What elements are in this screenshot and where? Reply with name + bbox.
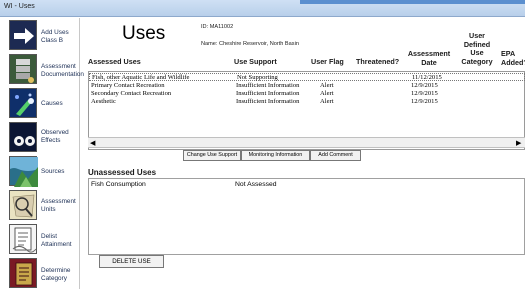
sidebar-item-determine-category[interactable]: Determine Category bbox=[2, 258, 80, 289]
sidebar-item-label: Add Uses Class B bbox=[41, 29, 69, 44]
sources-icon bbox=[9, 156, 38, 187]
sidebar-item-label: Delist Attainment bbox=[41, 233, 72, 248]
cell-use: Aesthetic bbox=[91, 98, 116, 105]
cell-use-support: Insufficient Information bbox=[236, 82, 300, 89]
sidebar-item-delist-attainment[interactable]: Delist Attainment bbox=[2, 224, 80, 256]
cell-use-support: Not Supporting bbox=[237, 74, 278, 81]
arrow-icon bbox=[9, 20, 37, 50]
add-comment-button[interactable]: Add Comment bbox=[310, 150, 361, 161]
column-header-line: Category bbox=[461, 56, 493, 66]
determine-category-icon bbox=[9, 258, 37, 288]
sidebar-item-label: Determine Category bbox=[41, 267, 71, 282]
sidebar-item-add-uses[interactable]: Add Uses Class B bbox=[2, 20, 80, 52]
title-bar-accent bbox=[300, 0, 525, 4]
scroll-left-icon[interactable]: ◀ bbox=[90, 139, 95, 147]
sidebar-item-observed-effects[interactable]: Observed Effects bbox=[2, 122, 80, 154]
cell-assessment-date: 11/12/2015 bbox=[412, 74, 442, 81]
table-row[interactable]: Aesthetic Insufficient Information Alert… bbox=[89, 98, 525, 106]
cell-assessment-date: 12/9/2015 bbox=[411, 82, 438, 89]
uses-window: WI - Uses Add Uses Class B Assessment Do… bbox=[0, 0, 525, 289]
sidebar-item-causes[interactable]: Causes bbox=[2, 88, 80, 120]
cell-user-flag: Alert bbox=[320, 82, 334, 89]
change-use-support-button[interactable]: Change Use Support bbox=[183, 150, 241, 161]
delist-icon bbox=[9, 224, 37, 254]
unassessed-uses-heading: Unassessed Uses bbox=[88, 168, 157, 177]
cell-assessment-date: 12/9/2015 bbox=[411, 90, 438, 97]
monitoring-information-button[interactable]: Monitoring Information bbox=[241, 150, 310, 161]
column-header-assessed-uses: Assessed Uses bbox=[88, 57, 141, 66]
cell-status: Not Assessed bbox=[235, 181, 277, 188]
sidebar-item-label: Assessment Documentation bbox=[41, 63, 84, 78]
list-item[interactable]: Fish Consumption Not Assessed bbox=[89, 181, 525, 190]
window-title: WI - Uses bbox=[4, 3, 35, 10]
cell-user-flag: Alert bbox=[320, 90, 334, 97]
column-header-user-flag: User Flag bbox=[311, 57, 344, 66]
scroll-right-icon[interactable]: ▶ bbox=[516, 139, 521, 147]
assessment-unit-name: Name: Cheshire Reservoir, North Basin bbox=[201, 41, 299, 47]
cell-use: Secondary Contact Recreation bbox=[91, 90, 172, 97]
title-bar: WI - Uses bbox=[0, 0, 525, 17]
cell-assessment-date: 12/9/2015 bbox=[411, 98, 438, 105]
sidebar-item-sources[interactable]: Sources bbox=[2, 156, 80, 188]
table-row[interactable]: Secondary Contact Recreation Insufficien… bbox=[89, 90, 525, 98]
sidebar-item-assessment-documentation[interactable]: Assessment Documentation bbox=[2, 54, 84, 86]
sidebar-item-label: Observed Effects bbox=[41, 129, 69, 144]
cell-use-support: Insufficient Information bbox=[236, 90, 300, 97]
cell-use-support: Insufficient Information bbox=[236, 98, 300, 105]
column-header-threatened: Threatened? bbox=[356, 57, 400, 66]
assessment-unit-id: ID: MA11002 bbox=[201, 24, 234, 30]
sidebar-item-assessment-units[interactable]: Assessment Units bbox=[2, 190, 80, 222]
page-title: Uses bbox=[122, 23, 166, 44]
column-header-line: Added? bbox=[501, 57, 525, 67]
unassessed-uses-list[interactable]: Fish Consumption Not Assessed bbox=[88, 178, 525, 255]
cell-use: Primary Contact Recreation bbox=[91, 82, 165, 89]
documents-icon bbox=[9, 54, 37, 84]
table-row[interactable]: Fish, other Aquatic Life and Wildlife No… bbox=[89, 73, 525, 81]
column-header-line: Date bbox=[421, 57, 437, 67]
main-panel: Uses ID: MA11002 Name: Cheshire Reservoi… bbox=[82, 18, 525, 289]
column-header-use-support: Use Support bbox=[234, 57, 277, 66]
delete-use-button[interactable]: DELETE USE bbox=[99, 255, 164, 268]
sidebar-item-label: Assessment Units bbox=[41, 198, 76, 213]
cell-user-flag: Alert bbox=[320, 98, 334, 105]
cell-use: Fish Consumption bbox=[91, 181, 146, 188]
observed-effects-icon bbox=[9, 122, 37, 152]
sidebar: Add Uses Class B Assessment Documentatio… bbox=[0, 18, 84, 289]
table-row[interactable]: Primary Contact Recreation Insufficient … bbox=[89, 82, 525, 90]
column-header-assessment-date: Assessment Date bbox=[405, 49, 453, 67]
causes-icon bbox=[9, 88, 37, 118]
assessment-units-icon bbox=[9, 190, 37, 220]
column-header-user-defined-use-category: User Defined Use Category bbox=[454, 31, 500, 66]
sidebar-item-label: Causes bbox=[41, 100, 63, 107]
horizontal-scrollbar[interactable]: ◀ ▶ bbox=[88, 137, 525, 148]
column-header-epa-added: EPA Added? bbox=[501, 50, 525, 67]
cell-use: Fish, other Aquatic Life and Wildlife bbox=[92, 74, 190, 81]
sidebar-item-label: Sources bbox=[41, 168, 65, 175]
